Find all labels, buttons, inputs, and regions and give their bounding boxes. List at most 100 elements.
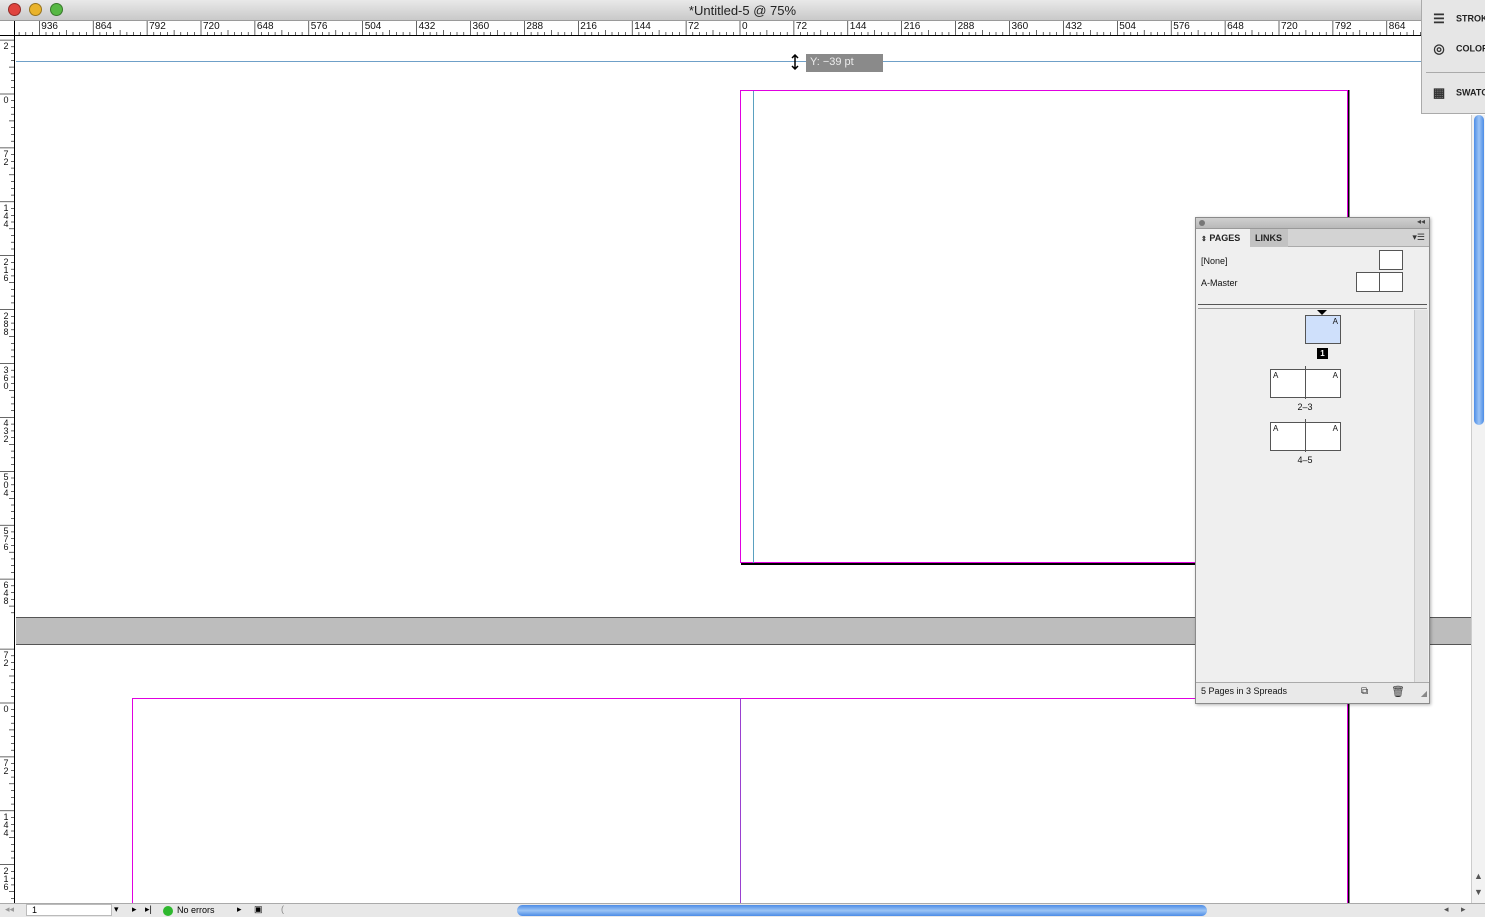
spread-4-5-label: 4–5 <box>1297 455 1313 465</box>
pages-panel: ◂◂ ⇕ PAGES LINKS ▾☰ [None] A-Master A 1 … <box>1195 217 1430 704</box>
horizontal-ruler[interactable]: 936 864 792 720 648 576 504 432 360 288 216 144 72 0 7… <box>15 21 1421 36</box>
spread-4-5-thumb[interactable]: A A <box>1270 419 1341 452</box>
ruler-label: 360 <box>472 21 490 32</box>
panel-close-icon[interactable] <box>1199 220 1205 226</box>
ruler-label: 7 2 <box>3 650 9 669</box>
ruler-label: 2 1 6 <box>3 256 9 283</box>
spread-4-5-spine <box>1305 419 1306 452</box>
dock-item-stroke[interactable]: ☰STROKE <box>1430 12 1485 32</box>
ruler-label: 648 <box>256 21 274 32</box>
ruler-label: 432 <box>1065 21 1083 32</box>
panel-tabs: ⇕ PAGES LINKS ▾☰ <box>1196 229 1429 247</box>
ruler-label: 216 <box>580 21 597 32</box>
next-page-icon[interactable]: ▸ <box>132 904 137 915</box>
horizontal-scroll-thumb[interactable] <box>517 905 1207 916</box>
panel-collapse-icon[interactable]: ◂◂ <box>1417 217 1425 226</box>
swatches-icon: ▦ <box>1432 85 1446 100</box>
ruler-label: 288 <box>526 21 544 32</box>
master-a-thumb[interactable] <box>1356 272 1403 292</box>
open-document-icon[interactable]: ▣ <box>254 904 263 915</box>
ruler-label: 2 8 8 <box>3 310 9 337</box>
pages-panel-footer: 5 Pages in 3 Spreads ⧉ 🗑 ◢ <box>1196 682 1429 703</box>
page-1-label: 1 <box>1317 348 1328 359</box>
master-none-thumb[interactable] <box>1379 250 1403 270</box>
preflight-status-text[interactable]: No errors <box>177 905 215 915</box>
ruler-label: 7 2 <box>3 757 9 776</box>
ruler-label: 72 <box>688 21 700 32</box>
ruler-label: 720 <box>1281 21 1298 32</box>
ruler-guide[interactable] <box>16 61 1421 62</box>
ruler-label: 72 <box>795 21 808 32</box>
last-page-icon[interactable]: ▸| <box>145 904 152 915</box>
master-a-spine <box>1379 273 1380 291</box>
ruler-label: 864 <box>1388 21 1406 32</box>
master-none-label[interactable]: [None] <box>1201 256 1228 266</box>
panel-menu-icon[interactable]: ▾☰ <box>1412 232 1425 243</box>
ruler-label: 2 <box>3 41 9 52</box>
guide-cursor-icon <box>791 54 799 70</box>
masters-divider[interactable] <box>1198 304 1427 309</box>
ruler-label: 6 4 8 <box>3 580 9 607</box>
ruler-origin[interactable] <box>0 21 15 36</box>
ruler-label: 504 <box>364 21 382 32</box>
ruler-label: 792 <box>1334 21 1352 32</box>
ruler-label: 5 7 6 <box>3 526 9 553</box>
ruler-label: 648 <box>1227 21 1244 32</box>
ruler-label: 504 <box>1119 21 1136 32</box>
ruler-label: 216 <box>903 21 921 32</box>
ruler-label: 0 <box>742 21 748 32</box>
trash-icon[interactable]: 🗑 <box>1391 685 1405 698</box>
scroll-right-icon[interactable]: ▸ <box>1461 904 1466 915</box>
window-title: *Untitled-5 @ 75% <box>688 3 797 18</box>
tab-links[interactable]: LINKS <box>1250 229 1288 247</box>
ruler-label: 864 <box>95 21 112 32</box>
vertical-ruler[interactable]: 2 0 7 2 1 4 4 2 1 6 2 8 8 3 6 0 4 3 2 5 0 4 5 7 6… <box>0 36 15 903</box>
scroll-down-icon[interactable]: ▼ <box>1474 887 1483 897</box>
scroll-up-icon[interactable]: ▲ <box>1474 871 1483 881</box>
title-bar: *Untitled-5 @ 75% <box>0 0 1485 21</box>
ruler-label: 432 <box>418 21 436 32</box>
ruler-label: 144 <box>849 21 867 32</box>
preflight-status-icon <box>163 906 173 916</box>
ruler-label: 1 4 4 <box>3 811 9 838</box>
scroll-left-icon[interactable]: ◂ <box>1444 904 1449 915</box>
panel-resize-icon[interactable]: ◢ <box>1421 689 1427 698</box>
panel-dock: ☰STROKE ◎COLOR ▦SWATCHES <box>1421 0 1485 114</box>
color-icon: ◎ <box>1433 41 1445 56</box>
ruler-label: 3 6 0 <box>3 364 9 391</box>
page-menu-icon[interactable]: ▾ <box>114 904 119 915</box>
spread-2-3-thumb[interactable]: A A <box>1270 366 1341 399</box>
ruler-label: 5 0 4 <box>3 472 9 499</box>
ruler-label: 2 1 6 <box>3 865 9 892</box>
pages-summary: 5 Pages in 3 Spreads <box>1201 686 1288 696</box>
vertical-scrollbar[interactable]: ▲ ▼ <box>1471 115 1485 903</box>
panel-title-bar[interactable]: ◂◂ <box>1196 217 1429 229</box>
new-page-icon[interactable]: ⧉ <box>1361 686 1368 697</box>
first-page-icon[interactable]: ◂◂ <box>5 904 14 915</box>
page-number-field[interactable]: 1 <box>26 904 112 916</box>
tab-arrows-icon: ⇕ <box>1201 236 1207 243</box>
ruler-label: 792 <box>149 21 166 32</box>
dock-item-swatches[interactable]: ▦SWATCHES <box>1430 86 1485 106</box>
page-1-thumb[interactable]: A <box>1305 315 1341 344</box>
ruler-label: 720 <box>203 21 220 32</box>
ruler-label: 7 2 <box>3 148 9 167</box>
ruler-label: 936 <box>41 21 58 32</box>
ruler-label: 576 <box>1173 21 1190 32</box>
dock-item-color[interactable]: ◎COLOR <box>1430 42 1485 62</box>
guide-position-tooltip: Y: −39 pt <box>806 54 883 72</box>
dock-divider <box>1426 72 1485 73</box>
master-a-label[interactable]: A-Master <box>1201 278 1238 288</box>
ruler-label: 0 <box>3 95 9 105</box>
ruler-label: 4 3 2 <box>3 418 9 445</box>
ruler-label: 576 <box>310 21 328 32</box>
vertical-scroll-thumb[interactable] <box>1474 115 1484 425</box>
ruler-label: 144 <box>634 21 651 32</box>
preflight-menu-icon[interactable]: ▸ <box>237 904 242 915</box>
pages-list-scrollbar[interactable] <box>1414 310 1428 684</box>
ruler-label: 1 4 4 <box>3 202 9 229</box>
spread-2-3-spine <box>1305 366 1306 399</box>
status-bar: ◂◂ 1 ▾ ▸ ▸| No errors ▸ ▣ ( ◂ ▸ <box>0 903 1485 917</box>
tab-pages[interactable]: ⇕ PAGES <box>1196 229 1250 247</box>
ruler-label: 0 <box>3 704 9 714</box>
